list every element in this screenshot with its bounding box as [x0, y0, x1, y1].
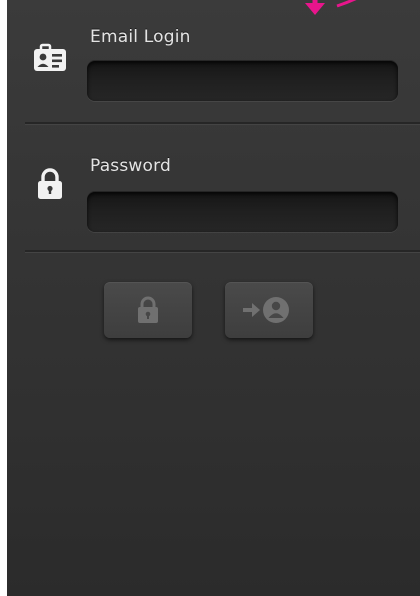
padlock-icon — [38, 168, 62, 199]
login-panel: Email Login Password — [7, 0, 420, 596]
divider — [25, 250, 420, 253]
padlock-icon — [138, 296, 158, 323]
id-card-icon — [34, 43, 66, 71]
password-label: Password — [90, 156, 172, 176]
login-button[interactable] — [225, 282, 313, 338]
password-field[interactable] — [87, 192, 398, 232]
lock-button[interactable] — [104, 282, 192, 338]
login-user-icon — [243, 297, 289, 323]
email-login-label: Email Login — [90, 27, 191, 47]
annotation-arrow-icon — [305, 0, 357, 15]
divider — [25, 122, 420, 125]
email-field[interactable] — [87, 61, 398, 101]
